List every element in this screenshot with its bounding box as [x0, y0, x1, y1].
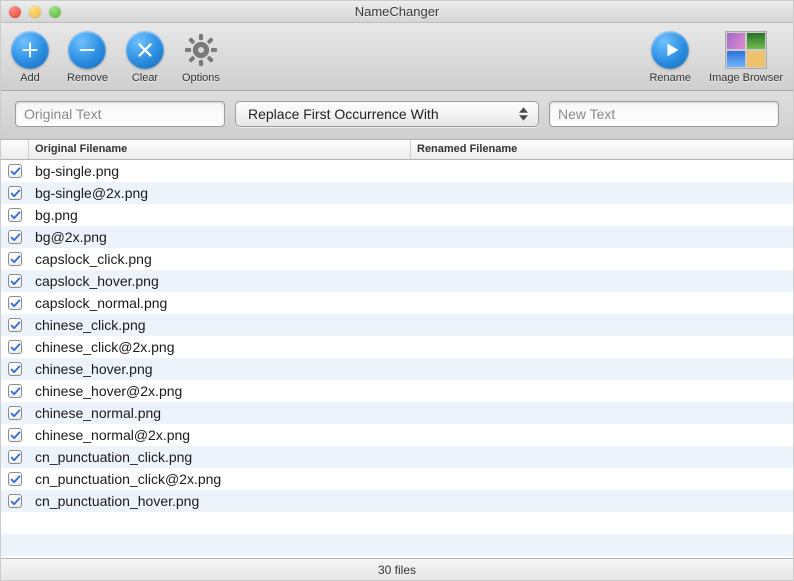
table-row[interactable]: cn_punctuation_click@2x.png: [1, 468, 793, 490]
image-grid-icon: [725, 31, 767, 69]
options-button[interactable]: Options: [182, 31, 220, 84]
original-filename: capslock_normal.png: [29, 295, 411, 311]
original-filename: chinese_click@2x.png: [29, 339, 411, 355]
play-icon: [651, 31, 689, 69]
plus-icon: [11, 31, 49, 69]
table-row[interactable]: bg-single@2x.png: [1, 182, 793, 204]
original-filename: cn_punctuation_hover.png: [29, 493, 411, 509]
gear-icon: [182, 31, 220, 69]
table-row[interactable]: capslock_normal.png: [1, 292, 793, 314]
table-body[interactable]: bg-single.png bg-single@2x.png bg.png bg@2x…: [1, 160, 793, 558]
image-browser-button[interactable]: Image Browser: [709, 31, 783, 84]
updown-icon: [519, 107, 528, 121]
checkbox-icon[interactable]: [8, 340, 22, 354]
window-titlebar: NameChanger: [1, 1, 793, 23]
controls-row: Replace First Occurrence With: [1, 91, 793, 140]
checkbox-icon[interactable]: [8, 296, 22, 310]
checkbox-icon[interactable]: [8, 208, 22, 222]
minus-icon: [68, 31, 106, 69]
original-filename: chinese_normal.png: [29, 405, 411, 421]
table-row[interactable]: capslock_click.png: [1, 248, 793, 270]
table-row[interactable]: bg-single.png: [1, 160, 793, 182]
status-bar: 30 files: [1, 558, 793, 580]
add-label: Add: [20, 72, 40, 84]
rename-label: Rename: [649, 72, 691, 84]
remove-button[interactable]: Remove: [67, 31, 108, 84]
checkbox-icon[interactable]: [8, 362, 22, 376]
checkbox-icon[interactable]: [8, 384, 22, 398]
window-title: NameChanger: [1, 4, 793, 19]
checkbox-icon[interactable]: [8, 230, 22, 244]
original-filename: chinese_click.png: [29, 317, 411, 333]
table-row[interactable]: chinese_hover.png: [1, 358, 793, 380]
clear-label: Clear: [132, 72, 158, 84]
table-row[interactable]: bg.png: [1, 204, 793, 226]
remove-label: Remove: [67, 72, 108, 84]
original-filename: bg-single@2x.png: [29, 185, 411, 201]
table-row[interactable]: chinese_normal@2x.png: [1, 424, 793, 446]
original-filename: capslock_hover.png: [29, 273, 411, 289]
options-label: Options: [182, 72, 220, 84]
checkbox-icon[interactable]: [8, 274, 22, 288]
original-filename: cn_punctuation_click@2x.png: [29, 471, 411, 487]
status-text: 30 files: [378, 563, 416, 577]
table-row[interactable]: chinese_click@2x.png: [1, 336, 793, 358]
checkbox-icon[interactable]: [8, 494, 22, 508]
toolbar: Add Remove Clear: [1, 23, 793, 91]
original-filename: chinese_hover@2x.png: [29, 383, 411, 399]
table-row[interactable]: chinese_click.png: [1, 314, 793, 336]
rename-button[interactable]: Rename: [649, 31, 691, 84]
table-row[interactable]: cn_punctuation_click.png: [1, 446, 793, 468]
checkbox-icon[interactable]: [8, 406, 22, 420]
original-filename: bg.png: [29, 207, 411, 223]
new-text-input[interactable]: [549, 101, 779, 127]
file-table: Original Filename Renamed Filename bg-si…: [1, 140, 793, 558]
clear-button[interactable]: Clear: [126, 31, 164, 84]
operation-value: Replace First Occurrence With: [248, 106, 439, 122]
checkbox-icon[interactable]: [8, 428, 22, 442]
checkbox-icon[interactable]: [8, 164, 22, 178]
original-filename: bg-single.png: [29, 163, 411, 179]
table-row[interactable]: capslock_hover.png: [1, 270, 793, 292]
original-filename: chinese_normal@2x.png: [29, 427, 411, 443]
table-row[interactable]: cn_punctuation_hover.png: [1, 490, 793, 512]
x-icon: [126, 31, 164, 69]
original-filename: cn_punctuation_click.png: [29, 449, 411, 465]
checkbox-icon[interactable]: [8, 252, 22, 266]
table-row-empty: [1, 534, 793, 556]
original-text-input[interactable]: [15, 101, 225, 127]
table-row[interactable]: chinese_hover@2x.png: [1, 380, 793, 402]
table-header: Original Filename Renamed Filename: [1, 140, 793, 160]
operation-select[interactable]: Replace First Occurrence With: [235, 101, 539, 127]
col-check[interactable]: [1, 140, 29, 159]
checkbox-icon[interactable]: [8, 318, 22, 332]
original-filename: capslock_click.png: [29, 251, 411, 267]
checkbox-icon[interactable]: [8, 186, 22, 200]
table-row-empty: [1, 512, 793, 534]
col-original[interactable]: Original Filename: [29, 140, 411, 159]
image-browser-label: Image Browser: [709, 72, 783, 84]
original-filename: bg@2x.png: [29, 229, 411, 245]
add-button[interactable]: Add: [11, 31, 49, 84]
checkbox-icon[interactable]: [8, 472, 22, 486]
col-renamed[interactable]: Renamed Filename: [411, 140, 793, 159]
table-row[interactable]: chinese_normal.png: [1, 402, 793, 424]
table-row[interactable]: bg@2x.png: [1, 226, 793, 248]
checkbox-icon[interactable]: [8, 450, 22, 464]
original-filename: chinese_hover.png: [29, 361, 411, 377]
